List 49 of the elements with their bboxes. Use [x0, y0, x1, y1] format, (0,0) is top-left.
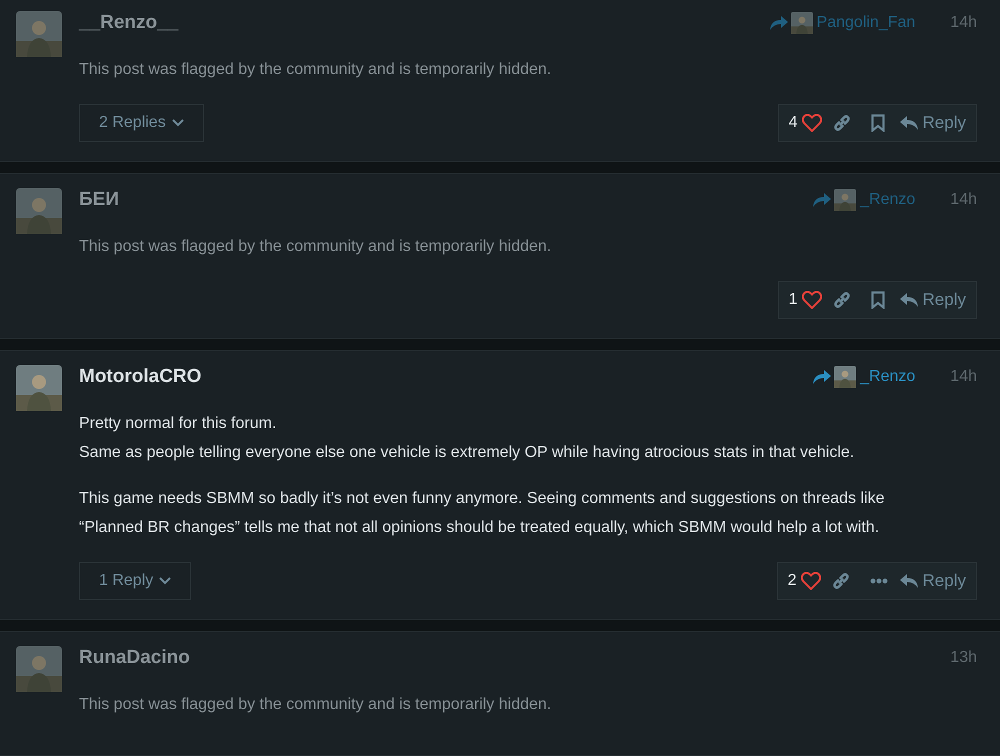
heart-icon	[800, 572, 821, 590]
reply-arrow-icon	[900, 116, 918, 130]
avatar-icon	[16, 188, 62, 234]
post-text: This post was flagged by the community and is temporarily hidden.	[79, 695, 552, 715]
reply-button[interactable]: Reply	[900, 287, 966, 313]
reply-to-username[interactable]: Pangolin_Fan	[816, 11, 916, 35]
post-time[interactable]: 13h	[950, 646, 977, 670]
avatar-icon	[16, 11, 62, 57]
reply-button[interactable]: Reply	[900, 568, 966, 594]
reply-arrow-icon	[813, 370, 832, 384]
avatar-icon	[16, 646, 62, 692]
avatar-icon	[834, 189, 856, 211]
avatar-icon	[834, 366, 856, 388]
username[interactable]: БЕИ	[79, 186, 119, 214]
avatar-icon	[16, 365, 62, 411]
like-button[interactable]: 2	[788, 569, 821, 593]
reply-arrow-icon	[900, 574, 918, 588]
post-text: This game needs SBMM so badly it’s not even funny anymore. Seeing comments and suggestions on threads like “Planned BR changes” tells me that not all opinions should be treated equally, which SBMM would help a lot with.	[79, 489, 886, 538]
reply-arrow-icon	[813, 193, 832, 207]
bookmark-icon[interactable]	[870, 291, 885, 309]
more-options-icon[interactable]	[870, 578, 888, 584]
chevron-down-icon	[172, 119, 184, 127]
post-text: This post was flagged by the community and is temporarily hidden.	[79, 237, 552, 257]
post-time[interactable]: 14h	[950, 11, 977, 35]
post-time[interactable]: 14h	[950, 188, 977, 212]
post-text: This post was flagged by the community and is temporarily hidden.	[79, 60, 552, 80]
replies-button[interactable]: 2 Replies	[79, 104, 204, 142]
reply-arrow-icon	[770, 16, 788, 30]
post-text: Pretty normal for this forum.	[79, 414, 278, 434]
link-icon[interactable]	[832, 290, 852, 310]
link-icon[interactable]	[832, 113, 852, 133]
reply-button[interactable]: Reply	[900, 110, 966, 136]
username[interactable]: MotorolaCRO	[79, 362, 202, 392]
reply-to-username[interactable]: _Renzo	[860, 365, 916, 389]
like-button[interactable]: 1	[788, 288, 822, 312]
like-button[interactable]: 4	[788, 111, 822, 135]
username[interactable]: RunaDacino	[79, 644, 190, 672]
avatar-icon	[790, 12, 813, 34]
heart-icon	[802, 114, 822, 132]
post-time[interactable]: 14h	[950, 365, 977, 389]
heart-icon	[802, 291, 822, 309]
reply-arrow-icon	[900, 293, 918, 307]
replies-button[interactable]: 1 Reply	[79, 562, 192, 600]
bookmark-icon[interactable]	[870, 114, 885, 132]
chevron-down-icon	[159, 577, 172, 585]
post-text: Same as people telling everyone else one vehicle is extremely OP while having atrocious stats in that vehicle.	[79, 443, 856, 463]
link-icon[interactable]	[830, 571, 851, 591]
reply-to-username[interactable]: _Renzo	[860, 188, 916, 212]
username[interactable]: __Renzo__	[79, 8, 178, 38]
